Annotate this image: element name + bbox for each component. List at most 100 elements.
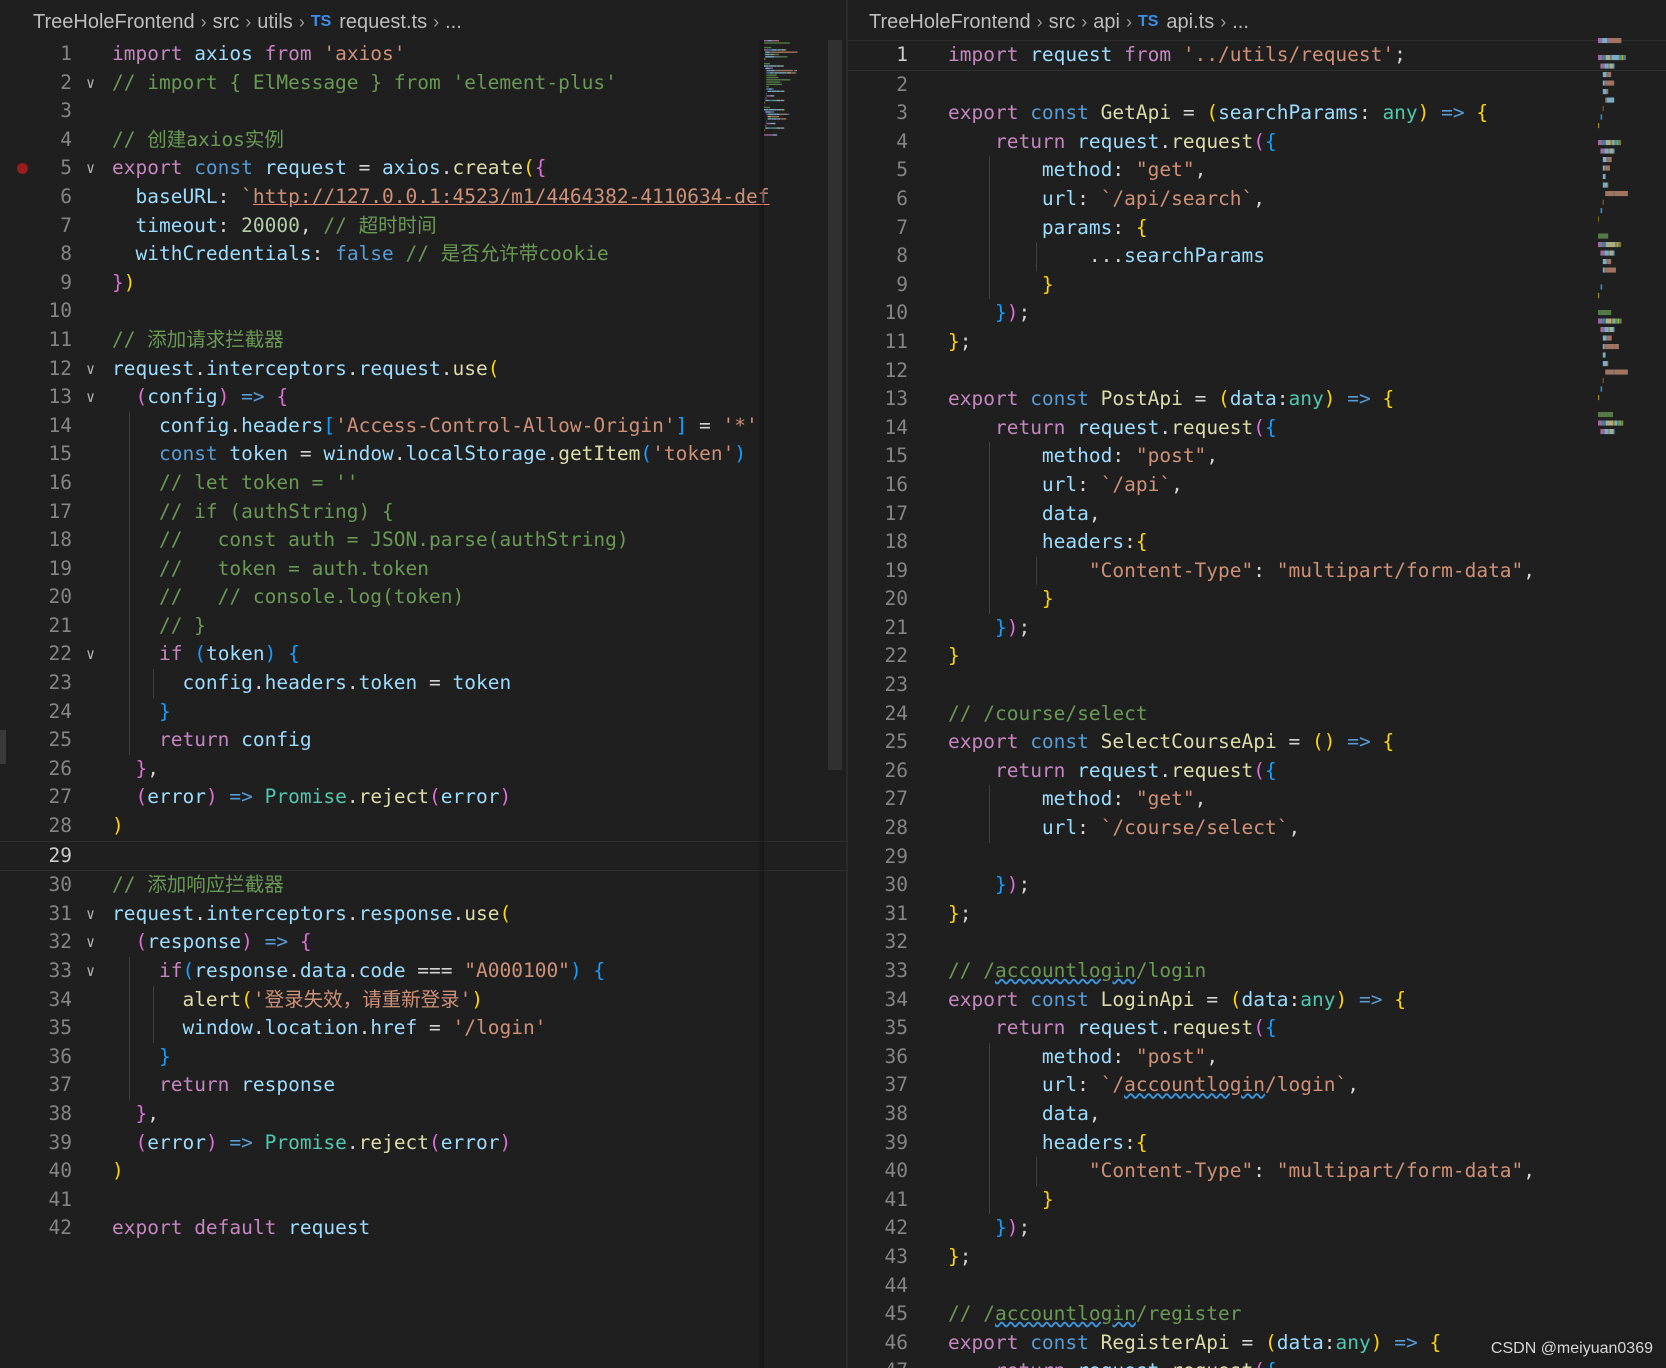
code-line[interactable]: 21 // } (0, 611, 846, 641)
code-line[interactable]: 3 (0, 97, 846, 126)
code-line[interactable]: 28) (0, 812, 846, 841)
code-line[interactable]: 23 (848, 671, 1666, 700)
code-line[interactable]: 39 headers:{ (848, 1128, 1666, 1158)
code-line[interactable]: 37 return response (0, 1071, 846, 1100)
breadcrumb-item[interactable]: ... (445, 11, 462, 34)
code-line[interactable]: 41 (0, 1186, 846, 1215)
code-line[interactable]: 24 // /course/select (848, 700, 1666, 729)
code-line[interactable]: 12 ∨ request.interceptors.request.use( (0, 355, 846, 384)
breadcrumb-item[interactable]: request.ts (339, 11, 427, 34)
code-line[interactable]: 28 url: `/course/select`, (848, 814, 1666, 843)
code-line[interactable]: 44 (848, 1272, 1666, 1301)
code-line[interactable]: 18 headers:{ (848, 528, 1666, 557)
code-line[interactable]: 45 // /accountlogin/register (848, 1300, 1666, 1329)
code-line[interactable]: 33 // /accountlogin/login (848, 957, 1666, 986)
code-line[interactable]: 36 } (0, 1042, 846, 1072)
code-line[interactable]: 25 return config (0, 726, 846, 755)
code-line[interactable]: 34 alert('登录失效，请重新登录') (0, 985, 846, 1015)
breadcrumb-item[interactable]: src (213, 11, 240, 34)
code-line[interactable]: 16 // let token = '' (0, 468, 846, 498)
code-line[interactable]: 15 const token = window.localStorage.get… (0, 440, 846, 469)
code-line[interactable]: 37 url: `/accountlogin/login`, (848, 1071, 1666, 1100)
code-line[interactable]: 4 return request.request({ (848, 128, 1666, 157)
breadcrumb-item[interactable]: api.ts (1166, 11, 1214, 34)
code-line[interactable]: 30 // 添加响应拦截器 (0, 871, 846, 900)
code-line[interactable]: 7 params: { (848, 213, 1666, 243)
code-line[interactable]: 5 ∨ export const request = axios.create({ (0, 154, 846, 183)
code-line[interactable]: 29 (848, 843, 1666, 872)
code-line[interactable]: 21 }); (848, 614, 1666, 643)
breadcrumb-item[interactable]: TreeHoleFrontend (869, 11, 1031, 34)
code-line[interactable]: 22} (848, 642, 1666, 671)
fold-chevron-icon[interactable]: ∨ (86, 957, 95, 986)
fold-chevron-icon[interactable]: ∨ (86, 900, 95, 929)
code-line[interactable]: 42 }); (848, 1214, 1666, 1243)
breadcrumb-item[interactable]: api (1093, 11, 1120, 34)
code-line[interactable]: 20 // // console.log(token) (0, 583, 846, 612)
code-line[interactable]: 22 ∨ if (token) { (0, 640, 846, 670)
code-line[interactable]: 24 } (0, 697, 846, 727)
fold-chevron-icon[interactable]: ∨ (86, 928, 95, 957)
code-line[interactable]: 35 window.location.href = '/login' (0, 1014, 846, 1043)
code-line[interactable]: 38 }, (0, 1100, 846, 1129)
code-line[interactable]: 13 export const PostApi = (data:any) => { (848, 385, 1666, 414)
code-line[interactable]: 30 }); (848, 871, 1666, 900)
fold-chevron-icon[interactable]: ∨ (86, 69, 95, 98)
code-line[interactable]: 14 config.headers['Access-Control-Allow-… (0, 411, 846, 441)
code-area[interactable]: 1 import axios from 'axios' 2 ∨ // import { … (0, 40, 846, 1243)
code-line[interactable]: 7 timeout: 20000, // 超时时间 (0, 212, 846, 241)
code-line[interactable]: 25 export const SelectCourseApi = () => { (848, 728, 1666, 757)
code-line[interactable]: 17 // if (authString) { (0, 497, 846, 527)
right-editor-pane[interactable]: TreeHoleFrontend › src › api › TS api.ts ›... 1i… (848, 0, 1666, 1368)
code-line[interactable]: 35 return request.request({ (848, 1014, 1666, 1043)
code-line[interactable]: 6 url: `/api/search`, (848, 184, 1666, 214)
code-line[interactable]: 29 (0, 840, 846, 872)
code-line[interactable]: 5 method: "get", (848, 156, 1666, 185)
code-line[interactable]: 41 } (848, 1185, 1666, 1215)
code-line[interactable]: 38 data, (848, 1099, 1666, 1129)
code-line[interactable]: 11 // 添加请求拦截器 (0, 326, 846, 355)
breadcrumb-item[interactable]: TreeHoleFrontend (33, 11, 195, 34)
minimap[interactable] (1598, 38, 1656, 468)
code-line[interactable]: 8 withCredentials: false // 是否允许带cookie (0, 240, 846, 269)
code-line[interactable]: 26 return request.request({ (848, 757, 1666, 786)
code-line[interactable]: 1 import request from '../utils/request'; (848, 40, 1666, 71)
fold-chevron-icon[interactable]: ∨ (86, 383, 95, 412)
code-line[interactable]: 26 }, (0, 755, 846, 784)
code-line[interactable]: 2 (848, 71, 1666, 100)
code-line[interactable]: 18 // const auth = JSON.parse(authString… (0, 526, 846, 555)
code-line[interactable]: 10 }); (848, 299, 1666, 328)
code-line[interactable]: 14 return request.request({ (848, 414, 1666, 443)
code-line[interactable]: 12 (848, 357, 1666, 386)
fold-chevron-icon[interactable]: ∨ (86, 640, 95, 669)
breadcrumb-item[interactable]: utils (257, 11, 293, 34)
code-line[interactable]: 33 ∨ if(response.data.code === "A000100")… (0, 957, 846, 986)
code-line[interactable]: 27 (error) => Promise.reject(error) (0, 783, 846, 812)
code-line[interactable]: 32 (848, 928, 1666, 957)
code-line[interactable]: 43}; (848, 1243, 1666, 1272)
code-line[interactable]: 19 // token = auth.token (0, 554, 846, 584)
code-line[interactable]: 20 } (848, 585, 1666, 614)
code-line[interactable]: 4 // 创建axios实例 (0, 126, 846, 155)
breadcrumb-item[interactable]: src (1049, 11, 1076, 34)
code-line[interactable]: 13 ∨ (config) => { (0, 383, 846, 412)
code-area[interactable]: 1 import request from '../utils/request';… (848, 40, 1666, 1368)
code-line[interactable]: 31 ∨ request.interceptors.response.use( (0, 900, 846, 929)
code-line[interactable]: 40 "Content-Type": "multipart/form-data"… (848, 1157, 1666, 1186)
code-line[interactable]: 9 } (848, 270, 1666, 300)
left-editor-pane[interactable]: TreeHoleFrontend › src › utils › TS request.ts ›… (0, 0, 846, 1368)
code-line[interactable]: 40) (0, 1157, 846, 1186)
breadcrumb-item[interactable]: ... (1232, 11, 1249, 34)
code-line[interactable]: 1 import axios from 'axios' (0, 40, 846, 69)
vertical-scrollbar[interactable] (828, 40, 842, 770)
code-line[interactable]: 6 baseURL: `http://127.0.0.1:4523/m1/446… (0, 183, 846, 212)
code-line[interactable]: 3 export const GetApi = (searchParams: an… (848, 99, 1666, 128)
code-line[interactable]: 10 (0, 297, 846, 326)
code-line[interactable]: 31}; (848, 900, 1666, 929)
code-line[interactable]: 32 ∨ (response) => { (0, 928, 846, 957)
code-line[interactable]: 15 method: "post", (848, 442, 1666, 471)
code-line[interactable]: 27 method: "get", (848, 785, 1666, 815)
code-line[interactable]: 23 config.headers.token = token (0, 669, 846, 698)
code-line[interactable]: 16 url: `/api`, (848, 470, 1666, 500)
minimap[interactable] (764, 40, 822, 140)
